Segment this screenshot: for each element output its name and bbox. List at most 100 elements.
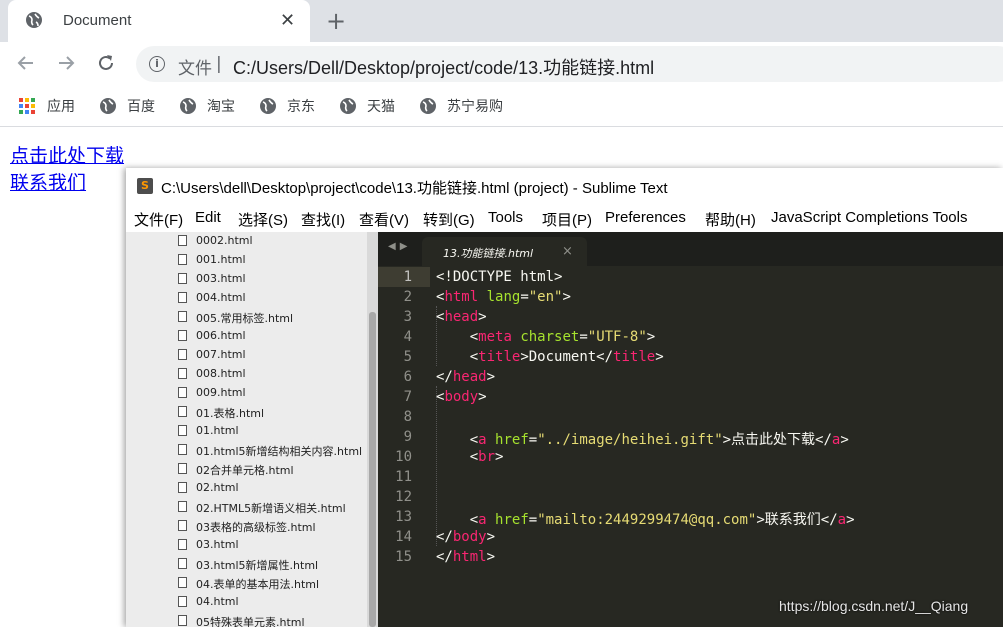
menu-project[interactable]: 项目(P) [542,209,592,230]
bookmark-label: 苏宁易购 [447,99,503,115]
scrollbar-thumb[interactable] [369,312,376,627]
file-icon [178,444,187,455]
back-button[interactable] [16,53,36,77]
browser-tab[interactable]: Document ✕ [8,0,310,42]
line-number: 3 [403,309,412,325]
address-url[interactable]: C:/Users/Dell/Desktop/project/code/13.功能… [233,54,654,80]
file-icon [178,615,187,626]
code-line: <title>Document</title> [436,349,664,365]
code-area[interactable]: <!DOCTYPE html> <html lang="en"> <head> … [436,266,1003,627]
arrow-right-icon [59,56,75,70]
address-scheme: 文件 [178,59,212,79]
code-line: </head> [436,369,496,385]
sublime-window: S C:\Users\dell\Desktop\project\code\13.… [126,168,1003,627]
contact-link[interactable]: 联系我们 [10,168,86,195]
file-icon [178,463,187,474]
globe-icon [260,98,276,114]
new-tab-button[interactable]: + [326,8,346,34]
close-icon[interactable]: × [562,244,573,259]
code-line: <a href="mailto:2449299474@qq.com">联系我们<… [436,512,855,528]
menu-js-completions-tools[interactable]: JavaScript Completions Tools [771,209,967,226]
tab-title: Document [63,12,132,29]
address-separator: | [216,54,222,74]
file-icon [178,235,187,246]
code-line: <meta charset="UTF-8"> [436,329,656,345]
line-number: 7 [403,389,412,405]
file-icon [178,292,187,303]
file-icon [178,273,187,284]
forward-button[interactable] [56,53,76,77]
arrow-left-icon [17,56,33,70]
file-icon [178,349,187,360]
file-sidebar: 0002.html 001.html 003.html 004.html 005… [126,232,378,627]
info-icon[interactable]: i [149,56,165,72]
code-line: </body> [436,529,496,545]
file-icon [178,330,187,341]
code-line: <br> [436,449,504,465]
bookmark-label: 百度 [127,99,155,115]
file-icon [178,501,187,512]
bookmark-label: 淘宝 [207,99,235,115]
bookmark-label: 应用 [47,99,75,115]
globe-icon [340,98,356,114]
line-number: 4 [403,329,412,345]
line-number: 13 [395,509,412,525]
menu-help[interactable]: 帮助(H) [705,209,756,230]
menu-preferences[interactable]: Preferences [605,209,686,226]
code-line: <html lang="en"> [436,289,571,305]
file-icon [178,558,187,569]
line-number: 11 [395,469,412,485]
line-number: 8 [403,409,412,425]
line-number: 9 [403,429,412,445]
sublime-logo-icon: S [137,178,153,194]
tab-nav-arrows-icon[interactable]: ◀▶ [388,241,411,252]
globe-icon [180,98,196,114]
code-line: <body> [436,389,487,405]
sublime-titlebar[interactable]: S C:\Users\dell\Desktop\project\code\13.… [126,168,1003,204]
code-line: </html> [436,549,496,565]
file-icon [178,539,187,550]
file-icon [178,406,187,417]
code-editor[interactable]: ◀▶ 13.功能链接.html × 1 2 3 4 5 6 7 8 9 10 1… [378,232,1003,627]
window-title: C:\Users\dell\Desktop\project\code\13.功能… [161,180,668,197]
editor-tab[interactable]: 13.功能链接.html × [422,237,587,266]
menu-goto[interactable]: 转到(G) [423,209,475,230]
line-number: 6 [403,369,412,385]
file-icon [178,387,187,398]
globe-icon [26,12,42,28]
line-number: 2 [403,289,412,305]
bookmark-label: 京东 [287,99,315,115]
address-bar[interactable]: i 文件 | C:/Users/Dell/Desktop/project/cod… [136,46,1003,82]
reload-button[interactable] [96,53,116,77]
editor-tab-bar: ◀▶ 13.功能链接.html × [378,232,1003,266]
globe-icon [420,98,436,114]
line-number: 1 [403,269,412,285]
menu-selection[interactable]: 选择(S) [238,209,288,230]
globe-icon [100,98,116,114]
browser-toolbar: i 文件 | C:/Users/Dell/Desktop/project/cod… [0,42,1003,86]
bookmarks-bar: 应用 百度 淘宝 京东 天猫 苏宁易购 [0,86,1003,127]
line-gutter: 1 2 3 4 5 6 7 8 9 10 11 12 13 14 15 [378,266,430,627]
menu-file[interactable]: 文件(F) [134,209,183,230]
file-icon [178,520,187,531]
editor-tab-label: 13.功能链接.html [443,247,534,260]
line-number: 14 [395,529,412,545]
bookmark-label: 天猫 [367,99,395,115]
menu-find[interactable]: 查找(I) [301,209,345,230]
download-link[interactable]: 点击此处下载 [10,141,124,168]
menu-view[interactable]: 查看(V) [359,209,409,230]
menu-bar: 文件(F) Edit 选择(S) 查找(I) 查看(V) 转到(G) Tools… [126,204,1003,232]
menu-edit[interactable]: Edit [195,209,221,226]
line-number: 12 [395,489,412,505]
file-icon [178,596,187,607]
tab-strip: Document ✕ + [0,0,1003,42]
file-icon [178,425,187,436]
line-number: 15 [395,549,412,565]
sidebar-scrollbar[interactable] [367,232,378,627]
file-icon [178,368,187,379]
close-tab-icon[interactable]: ✕ [280,10,295,32]
file-icon [178,482,187,493]
file-icon [178,577,187,588]
menu-tools[interactable]: Tools [488,209,523,226]
file-icon [178,254,187,265]
